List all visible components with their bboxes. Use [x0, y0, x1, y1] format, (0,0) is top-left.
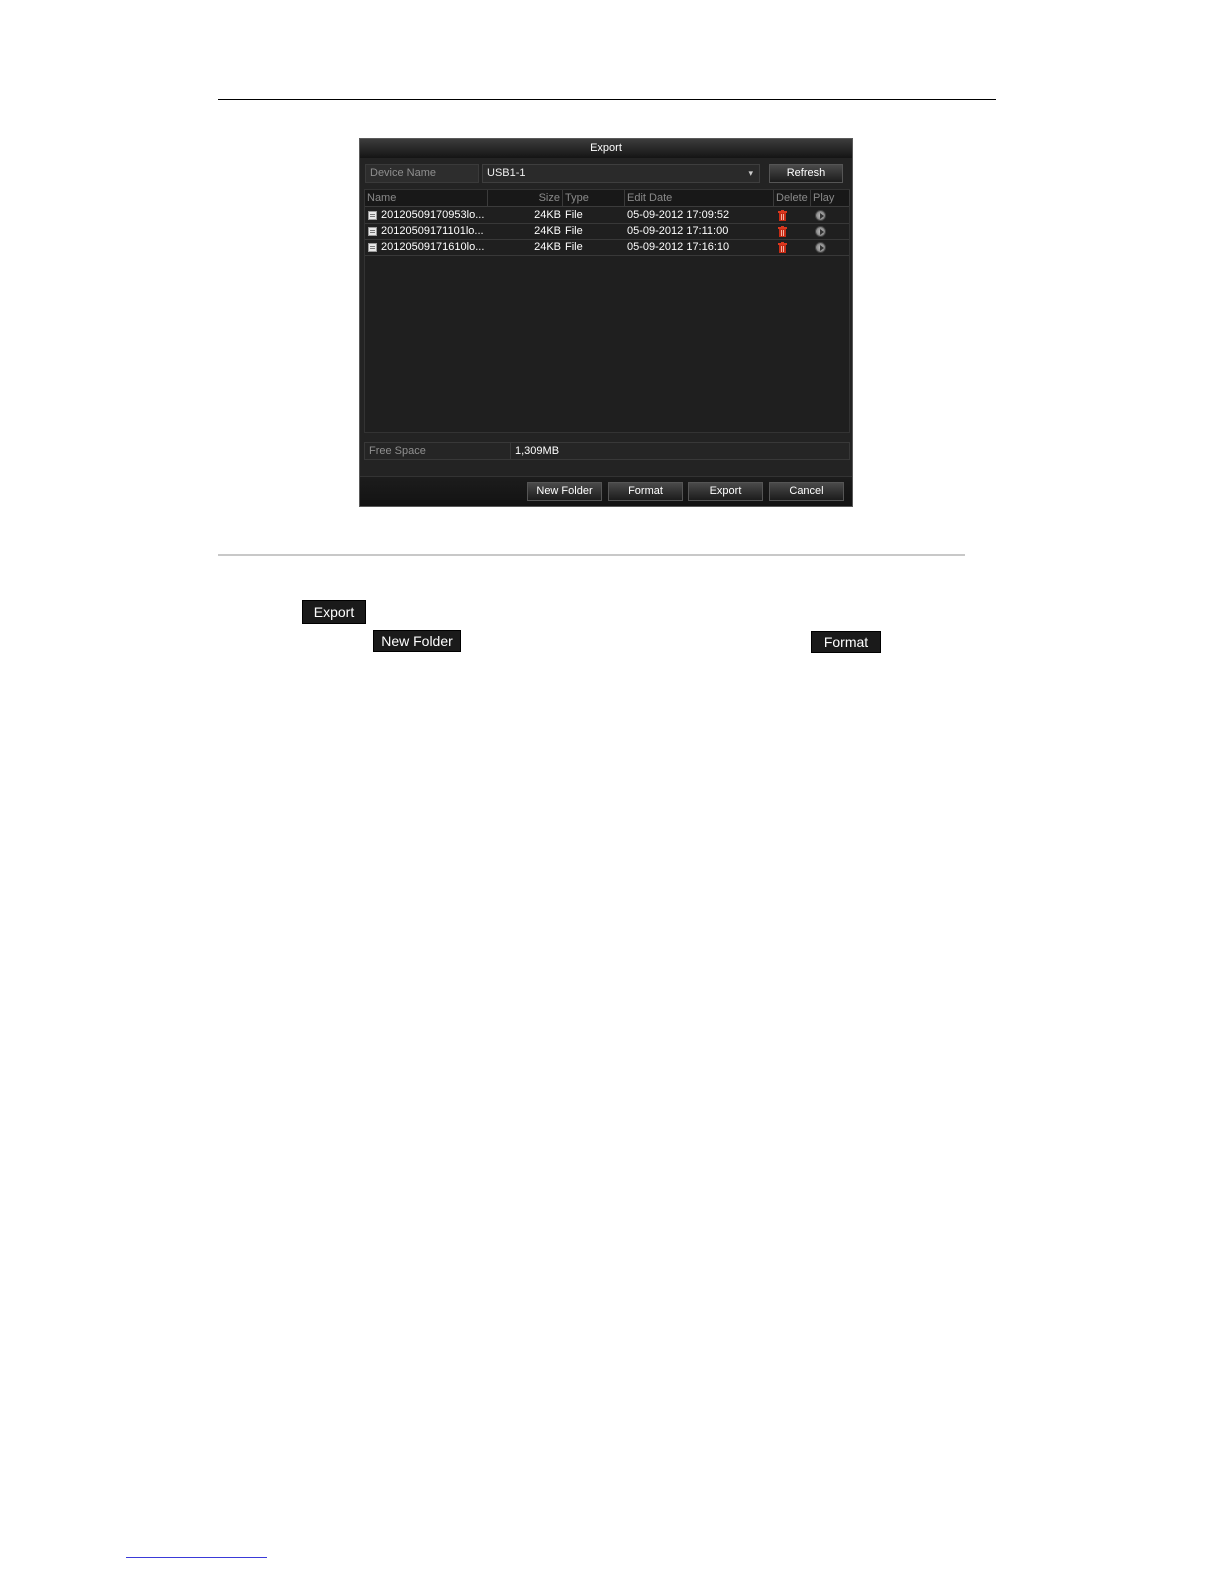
- col-name[interactable]: Name: [365, 190, 488, 206]
- table-row[interactable]: 20120509171101lo... 24KB File 05-09-2012…: [365, 224, 849, 240]
- inline-new-folder-button: New Folder: [373, 630, 461, 652]
- file-icon: [368, 211, 377, 220]
- file-date: 05-09-2012 17:09:52: [627, 209, 730, 221]
- col-play[interactable]: Play: [811, 190, 850, 206]
- device-row: Device Name USB1-1 ▾: [365, 164, 760, 183]
- file-size: 24KB: [534, 209, 561, 221]
- export-button[interactable]: Export: [688, 482, 763, 501]
- free-space-row: Free Space 1,309MB: [364, 442, 850, 460]
- inline-format-button: Format: [811, 631, 881, 653]
- chevron-down-icon: ▾: [748, 168, 753, 178]
- file-size: 24KB: [534, 225, 561, 237]
- device-select[interactable]: USB1-1 ▾: [482, 164, 760, 183]
- play-icon[interactable]: [815, 226, 826, 237]
- export-dialog: Export Device Name USB1-1 ▾ Refresh Name…: [359, 138, 853, 507]
- divider: [510, 443, 511, 459]
- file-date: 05-09-2012 17:11:00: [627, 225, 729, 237]
- cancel-button[interactable]: Cancel: [769, 482, 844, 501]
- file-name: 20120509171101lo...: [381, 225, 484, 237]
- device-name-label: Device Name: [365, 164, 479, 183]
- footnote-rule: [126, 1557, 267, 1558]
- col-edit-date[interactable]: Edit Date: [625, 190, 774, 206]
- free-space-label: Free Space: [369, 445, 426, 457]
- file-icon: [368, 227, 377, 236]
- file-type: File: [565, 225, 583, 237]
- file-type: File: [565, 209, 583, 221]
- trash-icon[interactable]: [778, 242, 787, 253]
- file-type: File: [565, 241, 583, 253]
- refresh-button[interactable]: Refresh: [769, 164, 843, 183]
- section-rule: [218, 554, 965, 556]
- table-header: Name Size Type Edit Date Delete Play: [365, 190, 850, 207]
- file-icon: [368, 243, 377, 252]
- trash-icon[interactable]: [778, 210, 787, 221]
- col-delete[interactable]: Delete: [774, 190, 811, 206]
- play-icon[interactable]: [815, 210, 826, 221]
- file-size: 24KB: [534, 241, 561, 253]
- col-type[interactable]: Type: [563, 190, 625, 206]
- new-folder-button[interactable]: New Folder: [527, 482, 602, 501]
- file-table: Name Size Type Edit Date Delete Play 201…: [364, 189, 850, 433]
- file-date: 05-09-2012 17:16:10: [627, 241, 730, 253]
- play-icon[interactable]: [815, 242, 826, 253]
- file-name: 20120509170953lo...: [381, 209, 485, 221]
- format-button[interactable]: Format: [608, 482, 683, 501]
- free-space-value: 1,309MB: [515, 445, 560, 457]
- inline-export-button: Export: [302, 600, 366, 624]
- table-row[interactable]: 20120509170953lo... 24KB File 05-09-2012…: [365, 208, 849, 224]
- device-select-value: USB1-1: [487, 167, 526, 179]
- trash-icon[interactable]: [778, 226, 787, 237]
- header-rule: [218, 99, 996, 100]
- col-size[interactable]: Size: [488, 190, 563, 206]
- table-row[interactable]: 20120509171610lo... 24KB File 05-09-2012…: [365, 240, 849, 256]
- dialog-title: Export: [360, 139, 852, 158]
- file-name: 20120509171610lo...: [381, 241, 485, 253]
